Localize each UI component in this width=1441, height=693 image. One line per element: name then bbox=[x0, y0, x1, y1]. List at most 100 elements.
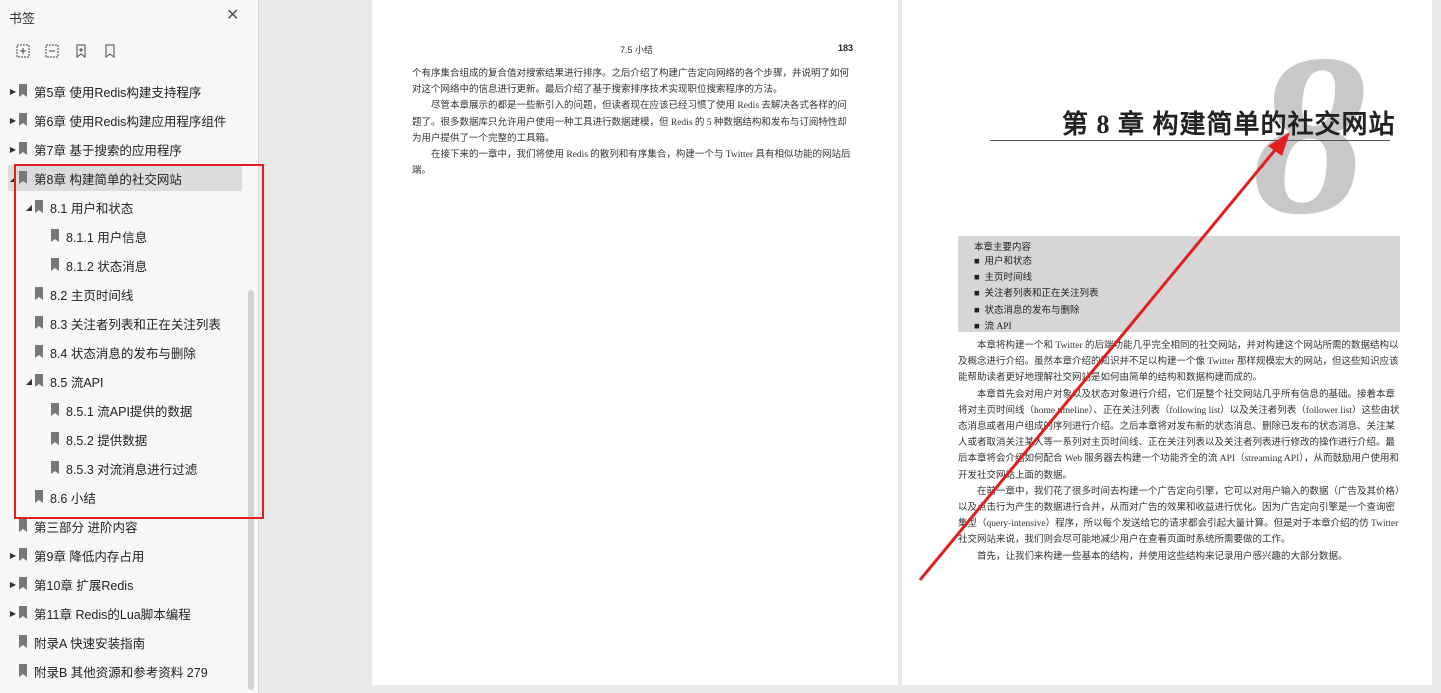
close-icon[interactable]: ✕ bbox=[226, 8, 239, 24]
bookmark-label: 第三部分 进阶内容 bbox=[34, 520, 138, 535]
bookmark-label: 8.1 用户和状态 bbox=[50, 201, 134, 216]
bookmark-item[interactable]: ▶ 第11章 Redis的Lua脚本编程 bbox=[8, 600, 250, 626]
bookmark-item[interactable]: 8.6 小结 bbox=[34, 484, 242, 510]
bookmark-label: 附录B 其他资源和参考资料 279 bbox=[34, 665, 208, 680]
bookmark-label: 第6章 使用Redis构建应用程序组件 bbox=[34, 114, 227, 129]
bookmark-label: 第11章 Redis的Lua脚本编程 bbox=[34, 607, 191, 622]
paragraph: 个有序集合组成的复合值对搜索结果进行排序。之后介绍了构建广告定向网络的各个步骤，… bbox=[412, 69, 850, 96]
paragraph: 本章首先会对用户对象以及状态对象进行介绍，它们是整个社交网站几乎所有信息的基础。… bbox=[958, 389, 1400, 481]
title-rule bbox=[990, 140, 1390, 141]
collapse-triangle-icon[interactable]: ◢ bbox=[8, 174, 18, 183]
bookmark-label: 8.5.3 对流消息进行过滤 bbox=[66, 462, 198, 477]
bookmark-icon bbox=[18, 635, 30, 649]
bookmarks-panel: 书签 ✕ ▶ 第5章 使用Redis构建支持程序 ▶ 第6章 使用Redis构建应用… bbox=[0, 0, 259, 693]
bookmark-label: 8.5.1 流API提供的数据 bbox=[66, 404, 193, 419]
collapse-triangle-icon[interactable]: ◢ bbox=[24, 203, 34, 212]
sidebar-scrollbar[interactable] bbox=[248, 290, 254, 690]
expand-triangle-icon[interactable]: ▶ bbox=[8, 609, 18, 618]
bookmark-item[interactable]: ◢ 8.1 用户和状态 bbox=[24, 194, 242, 220]
paragraph: 在前一章中，我们花了很多时间去构建一个广告定向引擎，它可以对用户输入的数据（广告… bbox=[958, 486, 1400, 546]
chapter-title: 第 8 章 构建简单的社交网站 bbox=[1062, 110, 1396, 139]
expand-triangle-icon[interactable]: ▶ bbox=[8, 145, 18, 154]
bookmark-item[interactable]: 8.5.2 提供数据 bbox=[50, 426, 242, 452]
collapse-triangle-icon[interactable]: ◢ bbox=[24, 377, 34, 386]
bookmark-label: 8.6 小结 bbox=[50, 491, 96, 506]
bookmark-item[interactable]: ▶ 第6章 使用Redis构建应用程序组件 bbox=[8, 107, 250, 133]
bookmark-label: 第5章 使用Redis构建支持程序 bbox=[34, 85, 202, 100]
paragraph: 在接下来的一章中，我们将使用 Redis 的散列和有序集合，构建一个与 Twit… bbox=[412, 150, 851, 177]
bookmark-icon bbox=[50, 258, 62, 272]
bookmark-label: 8.2 主页时间线 bbox=[50, 288, 134, 303]
bookmark-icon bbox=[34, 374, 46, 388]
bookmark-icon bbox=[18, 84, 30, 98]
expand-triangle-icon[interactable]: ▶ bbox=[8, 580, 18, 589]
bookmark-icon bbox=[18, 577, 30, 591]
bookmark-item[interactable]: ▶ 第10章 扩展Redis bbox=[8, 571, 250, 597]
chapter-summary-box: 本章主要内容 ■ 用户和状态 ■ 主页时间线 ■ 关注者列表和正在关注列表 ■ … bbox=[958, 236, 1400, 332]
bookmark-icon bbox=[34, 345, 46, 359]
bookmark-label: 8.1.1 用户信息 bbox=[66, 230, 148, 245]
bookmark-item[interactable]: 8.5.3 对流消息进行过滤 bbox=[50, 455, 242, 481]
bookmark-item-selected[interactable]: ◢ 第8章 构建简单的社交网站 bbox=[8, 165, 242, 191]
paragraph: 本章将构建一个和 Twitter 的后端功能几乎完全相同的社交网站，并对构建这个… bbox=[958, 341, 1399, 384]
pdf-page-left: 7.5 小结 183 个有序集合组成的复合值对搜索结果进行排序。之后介绍了构建广… bbox=[372, 0, 898, 685]
bookmark-icon bbox=[34, 200, 46, 214]
collapse-all-icon[interactable] bbox=[43, 42, 60, 59]
expand-triangle-icon[interactable]: ▶ bbox=[8, 551, 18, 560]
bookmark-label: 第10章 扩展Redis bbox=[34, 578, 134, 593]
bookmark-item[interactable]: 8.3 关注者列表和正在关注列表 bbox=[34, 310, 242, 336]
summary-item: ■ 状态消息的发布与删除 bbox=[974, 305, 1080, 316]
summary-heading: 本章主要内容 bbox=[974, 242, 1032, 253]
expand-triangle-icon[interactable]: ▶ bbox=[8, 87, 18, 96]
bookmark-item[interactable]: ▶ 第9章 降低内存占用 bbox=[8, 542, 250, 568]
bookmark-item[interactable]: 附录A 快速安装指南 bbox=[18, 629, 242, 655]
bullet-icon: ■ bbox=[974, 321, 980, 332]
page-body: 个有序集合组成的复合值对搜索结果进行排序。之后介绍了构建广告定向网络的各个步骤，… bbox=[412, 66, 855, 179]
bullet-icon: ■ bbox=[974, 305, 980, 316]
bookmark-label: 8.4 状态消息的发布与删除 bbox=[50, 346, 196, 361]
bookmark-icon bbox=[18, 519, 30, 533]
bookmark-item[interactable]: 8.5.1 流API提供的数据 bbox=[50, 397, 242, 423]
bookmark-icon bbox=[18, 113, 30, 127]
paragraph: 首先，让我们来构建一些基本的结构，并使用这些结构来记录用户感兴趣的大部分数据。 bbox=[977, 551, 1348, 562]
summary-list: ■ 用户和状态 ■ 主页时间线 ■ 关注者列表和正在关注列表 ■ 状态消息的发布… bbox=[974, 254, 1099, 335]
bookmark-label: 第7章 基于搜索的应用程序 bbox=[34, 143, 182, 158]
bookmark-item[interactable]: ◢ 8.5 流API bbox=[24, 368, 242, 394]
bookmark-icon bbox=[18, 606, 30, 620]
bookmark-label: 附录A 快速安装指南 bbox=[34, 636, 146, 651]
bookmark-icon bbox=[34, 316, 46, 330]
bookmark-label: 8.5.2 提供数据 bbox=[66, 433, 148, 448]
bookmark-label: 第8章 构建简单的社交网站 bbox=[34, 172, 182, 187]
running-header: 7.5 小结 bbox=[620, 45, 654, 55]
bookmark-toolbar bbox=[14, 42, 118, 59]
bookmark-icon bbox=[18, 548, 30, 562]
bookmark-label: 8.3 关注者列表和正在关注列表 bbox=[50, 317, 221, 332]
bookmark-item[interactable]: ▶ 第7章 基于搜索的应用程序 bbox=[8, 136, 250, 162]
add-bookmark-icon[interactable] bbox=[72, 42, 89, 59]
bookmark-icon bbox=[34, 490, 46, 504]
summary-item: ■ 主页时间线 bbox=[974, 273, 1033, 284]
bookmark-icon bbox=[50, 403, 62, 417]
bookmark-icon bbox=[18, 142, 30, 156]
bookmark-item[interactable]: 8.4 状态消息的发布与删除 bbox=[34, 339, 242, 365]
bookmark-icon bbox=[18, 171, 30, 185]
bullet-icon: ■ bbox=[974, 273, 980, 284]
bullet-icon: ■ bbox=[974, 257, 980, 267]
bookmark-icon bbox=[50, 229, 62, 243]
bookmark-icon bbox=[34, 287, 46, 301]
bookmark-item[interactable]: 8.1.2 状态消息 bbox=[50, 252, 242, 278]
bookmark-item[interactable]: 附录B 其他资源和参考资料 279 bbox=[18, 658, 242, 684]
bookmark-item[interactable]: 第三部分 进阶内容 bbox=[18, 513, 242, 539]
bookmark-item[interactable]: 8.2 主页时间线 bbox=[34, 281, 242, 307]
expand-triangle-icon[interactable]: ▶ bbox=[8, 116, 18, 125]
bookmark-icon bbox=[18, 664, 30, 678]
summary-item: ■ 关注者列表和正在关注列表 bbox=[974, 289, 1099, 300]
expand-all-icon[interactable] bbox=[14, 42, 31, 59]
bookmark-icon[interactable] bbox=[101, 42, 118, 59]
bookmark-icon bbox=[50, 461, 62, 475]
paragraph: 尽管本章展示的都是一些新引入的问题，但读者现在应该已经习惯了使用 Redis 去… bbox=[412, 101, 847, 144]
bookmark-item[interactable]: 8.1.1 用户信息 bbox=[50, 223, 242, 249]
pdf-page-right: 8 第 8 章 构建简单的社交网站 本章主要内容 ■ 用户和状态 ■ 主页时间线… bbox=[902, 0, 1432, 685]
bookmark-label: 8.5 流API bbox=[50, 375, 104, 390]
bookmark-item[interactable]: ▶ 第5章 使用Redis构建支持程序 bbox=[8, 78, 250, 104]
